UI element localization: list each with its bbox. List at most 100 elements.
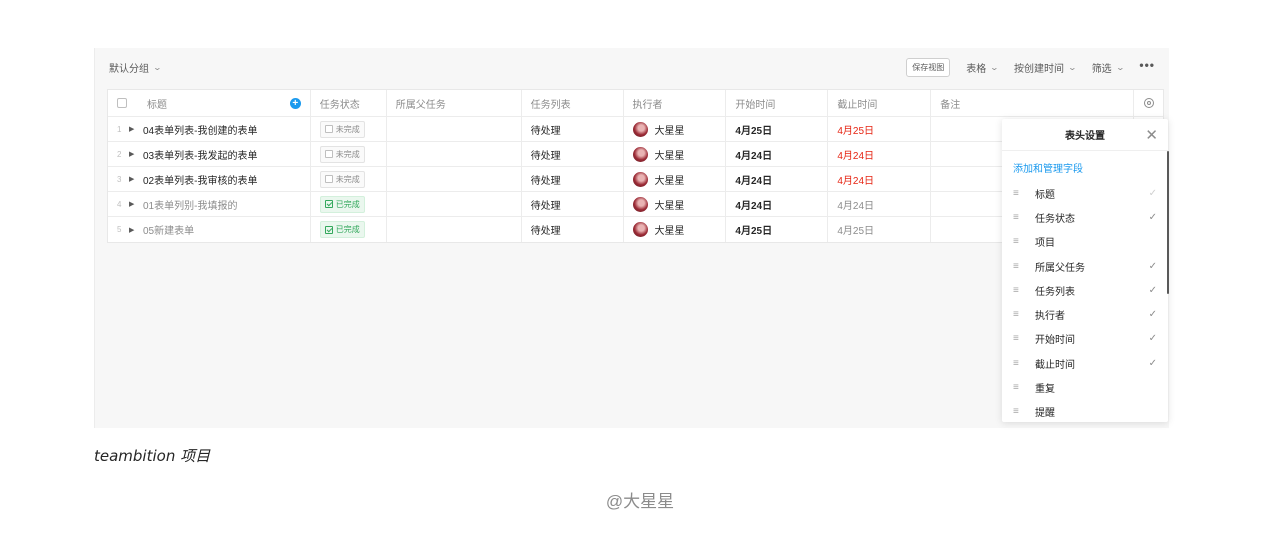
gear-icon[interactable]	[1143, 98, 1154, 108]
drag-handle-icon[interactable]: ≡	[1013, 382, 1035, 393]
group-selector[interactable]: 默认分组 ⌄	[109, 60, 162, 75]
status-cell[interactable]: 未完成	[311, 142, 387, 166]
executor-cell[interactable]: 大星星	[624, 142, 727, 166]
executor-cell[interactable]: 大星星	[624, 117, 727, 141]
status-cell[interactable]: 未完成	[311, 167, 387, 191]
field-item[interactable]: ≡ 开始时间 ✓	[1002, 327, 1168, 351]
title-cell[interactable]: 5 ▶ 05新建表单	[108, 217, 311, 242]
list-cell[interactable]: 待处理	[522, 167, 624, 191]
parent-cell[interactable]	[387, 192, 522, 216]
title-cell[interactable]: 3 ▶ 02表单列表-我审核的表单	[108, 167, 311, 191]
view-type-dropdown[interactable]: 表格 ⌄	[966, 60, 999, 75]
title-cell[interactable]: 2 ▶ 03表单列表-我发起的表单	[108, 142, 311, 166]
manage-fields-link[interactable]: 添加和管理字段	[1002, 151, 1168, 181]
status-cell[interactable]: 已完成	[311, 192, 387, 216]
header-start[interactable]: 开始时间	[726, 90, 829, 116]
header-note[interactable]: 备注	[931, 90, 1135, 116]
status-cell[interactable]: 未完成	[311, 117, 387, 141]
executor-cell[interactable]: 大星星	[624, 167, 727, 191]
status-badge[interactable]: 未完成	[319, 120, 365, 138]
list-cell[interactable]: 待处理	[522, 142, 624, 166]
list-cell[interactable]: 待处理	[522, 192, 624, 216]
start-date[interactable]: 4月24日	[726, 167, 829, 191]
drag-handle-icon[interactable]: ≡	[1013, 406, 1035, 417]
status-badge[interactable]: 已完成	[319, 195, 365, 213]
settings-cell[interactable]	[1134, 90, 1163, 116]
status-badge[interactable]: 已完成	[319, 221, 365, 238]
more-icon[interactable]: •••	[1139, 58, 1155, 72]
panel-header: 表头设置 ✕	[1002, 119, 1168, 151]
add-task-icon[interactable]: +	[289, 98, 301, 109]
header-status[interactable]: 任务状态	[311, 90, 387, 116]
parent-cell[interactable]	[387, 142, 522, 166]
list-cell[interactable]: 待处理	[522, 217, 624, 242]
expand-icon[interactable]: ▶	[129, 150, 143, 158]
list-cell[interactable]: 待处理	[522, 117, 624, 141]
drag-handle-icon[interactable]: ≡	[1013, 285, 1035, 296]
parent-cell[interactable]	[387, 167, 522, 191]
header-due[interactable]: 截止时间	[828, 90, 932, 116]
header-list[interactable]: 任务列表	[522, 90, 624, 116]
field-item[interactable]: ≡ 提醒	[1002, 400, 1168, 424]
field-item[interactable]: ≡ 项目	[1002, 230, 1168, 254]
status-badge[interactable]: 未完成	[319, 145, 365, 163]
field-item[interactable]: ≡ 任务列表 ✓	[1002, 278, 1168, 302]
check-icon[interactable]: ✓	[1149, 333, 1157, 344]
status-cell[interactable]: 已完成	[311, 217, 387, 242]
close-icon[interactable]: ✕	[1145, 126, 1158, 144]
status-label: 已完成	[335, 199, 360, 209]
row-number: 2	[117, 149, 122, 159]
drag-handle-icon[interactable]: ≡	[1013, 309, 1035, 320]
field-item[interactable]: ≡ 标题 ✓	[1002, 181, 1168, 205]
expand-icon[interactable]: ▶	[129, 125, 143, 133]
field-item[interactable]: ≡ 执行者 ✓	[1002, 302, 1168, 326]
header-executor[interactable]: 执行者	[624, 90, 727, 116]
field-item[interactable]: ≡ 重复	[1002, 375, 1168, 399]
expand-icon[interactable]: ▶	[129, 200, 143, 208]
start-date[interactable]: 4月25日	[726, 217, 829, 242]
drag-handle-icon[interactable]: ≡	[1013, 358, 1035, 369]
task-title[interactable]: 02表单列表-我审核的表单	[143, 172, 257, 187]
check-icon[interactable]: ✓	[1149, 309, 1157, 320]
save-view-button[interactable]: 保存视图	[906, 57, 951, 77]
field-item[interactable]: ≡ 截止时间 ✓	[1002, 351, 1168, 375]
task-title[interactable]: 03表单列表-我发起的表单	[143, 147, 257, 162]
executor-cell[interactable]: 大星星	[624, 217, 727, 242]
header-parent[interactable]: 所属父任务	[387, 90, 522, 116]
drag-handle-icon[interactable]: ≡	[1013, 236, 1035, 247]
start-date[interactable]: 4月24日	[726, 142, 829, 166]
due-date[interactable]: 4月24日	[828, 142, 932, 166]
due-date[interactable]: 4月25日	[828, 117, 932, 141]
field-item[interactable]: ≡ 任务状态 ✓	[1002, 205, 1168, 229]
check-icon[interactable]: ✓	[1149, 212, 1157, 223]
title-cell[interactable]: 1 ▶ 04表单列表-我创建的表单	[108, 117, 311, 141]
check-icon[interactable]: ✓	[1149, 188, 1157, 199]
check-icon[interactable]: ✓	[1149, 285, 1157, 296]
expand-icon[interactable]: ▶	[129, 175, 143, 183]
filter-dropdown[interactable]: 筛选 ⌄	[1092, 60, 1125, 75]
start-date[interactable]: 4月25日	[726, 117, 829, 141]
task-title[interactable]: 05新建表单	[143, 222, 194, 237]
expand-icon[interactable]: ▶	[129, 226, 143, 234]
task-title[interactable]: 04表单列表-我创建的表单	[143, 122, 257, 137]
due-date[interactable]: 4月24日	[828, 167, 932, 191]
due-date[interactable]: 4月25日	[828, 217, 932, 242]
check-icon[interactable]: ✓	[1149, 358, 1157, 369]
status-badge[interactable]: 未完成	[319, 170, 365, 188]
executor-cell[interactable]: 大星星	[624, 192, 727, 216]
start-date[interactable]: 4月24日	[726, 192, 829, 216]
drag-handle-icon[interactable]: ≡	[1013, 261, 1035, 272]
drag-handle-icon[interactable]: ≡	[1013, 188, 1035, 199]
field-item[interactable]: ≡ 所属父任务 ✓	[1002, 254, 1168, 278]
select-all-checkbox[interactable]	[117, 98, 127, 108]
parent-cell[interactable]	[387, 217, 522, 242]
task-title[interactable]: 01表单列别-我填报的	[143, 197, 237, 212]
drag-handle-icon[interactable]: ≡	[1013, 212, 1035, 223]
sort-dropdown[interactable]: 按创建时间 ⌄	[1014, 60, 1077, 75]
due-date[interactable]: 4月24日	[828, 192, 932, 216]
title-cell[interactable]: 4 ▶ 01表单列别-我填报的	[108, 192, 311, 216]
drag-handle-icon[interactable]: ≡	[1013, 333, 1035, 344]
parent-cell[interactable]	[387, 117, 522, 141]
panel-scrollbar[interactable]	[1167, 151, 1169, 294]
check-icon[interactable]: ✓	[1149, 261, 1157, 272]
